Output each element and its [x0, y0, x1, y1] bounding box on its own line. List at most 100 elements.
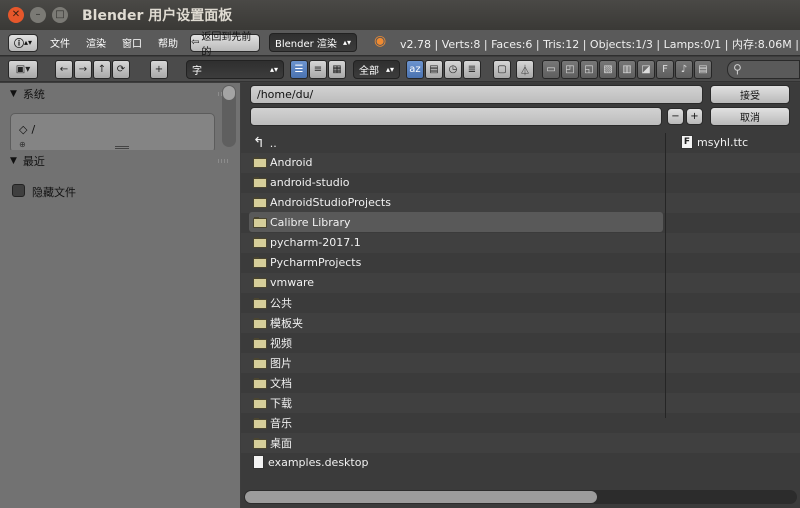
- list-item[interactable]: android-studio: [253, 172, 350, 192]
- parent-arrow-icon: ↰: [253, 135, 265, 151]
- menu-render[interactable]: 渲染: [86, 35, 106, 50]
- minus-icon: −: [671, 111, 680, 122]
- sort-size-icon[interactable]: ≣: [463, 60, 481, 79]
- sort-alpha-icon[interactable]: az: [406, 60, 424, 79]
- list-item[interactable]: 公共: [253, 293, 292, 313]
- directory-path-input[interactable]: /home/du/: [250, 85, 703, 104]
- sidebar-scrollbar[interactable]: [222, 85, 236, 147]
- list-resize-handle[interactable]: [115, 146, 129, 149]
- filter-backup-icon[interactable]: ◱: [580, 60, 598, 79]
- filter-blend-icon[interactable]: ◰: [561, 60, 579, 79]
- info-icon: ⓘ: [13, 39, 24, 50]
- new-folder-icon[interactable]: +: [150, 60, 168, 79]
- list-item[interactable]: vmware: [253, 272, 314, 292]
- table-row: [241, 293, 800, 313]
- list-item[interactable]: 模板夹: [253, 313, 303, 333]
- table-row: [241, 313, 800, 333]
- list-item[interactable]: ◇ /: [19, 123, 35, 136]
- back-arrow-icon: ⇦: [191, 37, 200, 48]
- sort-extension-icon[interactable]: ▤: [425, 60, 443, 79]
- render-engine-dropdown[interactable]: Blender 渲染 ▴▾: [269, 33, 357, 52]
- file-browser-toolbar: ▣▾ ← → ↑ ⟳ + 字 ▴▾ ☰ ≡ ▦ 全部 ▴▾ az ▤ ◷ ≣ ▢ ⏃…: [0, 57, 800, 82]
- recursion-dropdown[interactable]: 字 ▴▾: [186, 60, 284, 79]
- list-item[interactable]: AndroidStudioProjects: [253, 192, 391, 212]
- forward-arrow-icon[interactable]: →: [74, 60, 92, 79]
- search-field[interactable]: ⚲: [727, 60, 800, 79]
- list-item[interactable]: examples.desktop: [253, 452, 368, 472]
- horizontal-scrollbar[interactable]: [244, 490, 797, 504]
- blender-logo-icon: ◉: [374, 33, 387, 49]
- list-item[interactable]: 视频: [253, 333, 292, 353]
- list-item[interactable]: 音乐: [253, 413, 292, 433]
- short-list-icon[interactable]: ☰: [290, 60, 308, 79]
- back-arrow-icon[interactable]: ←: [55, 60, 73, 79]
- filter-sound-icon[interactable]: ♪: [675, 60, 693, 79]
- folder-icon: [253, 377, 267, 389]
- title-bar: ✕ – □ Blender 用户设置面板: [0, 0, 800, 30]
- folder-icon: [253, 417, 267, 429]
- menu-window[interactable]: 窗口: [122, 35, 142, 50]
- parent-directory-icon[interactable]: ↑: [93, 60, 111, 79]
- menu-file[interactable]: 文件: [50, 35, 70, 50]
- refresh-icon[interactable]: ⟳: [112, 60, 130, 79]
- list-item[interactable]: F msyhl.ttc: [681, 132, 748, 152]
- plus-icon: +: [690, 111, 699, 122]
- file-icon: [253, 455, 264, 469]
- list-item[interactable]: Android: [253, 152, 313, 172]
- list-item[interactable]: 图片: [253, 353, 292, 373]
- list-item[interactable]: PycharmProjects: [253, 252, 361, 272]
- info-header: ⓘ ▴▾ 文件 渲染 窗口 帮助 ⇦ 返回到先前的 Blender 渲染 ▴▾ ◉ …: [0, 30, 800, 58]
- close-icon[interactable]: ✕: [8, 7, 24, 23]
- scene-statistics: v2.78 | Verts:8 | Faces:6 | Tris:12 | Ob…: [400, 38, 800, 51]
- thumbnails-icon[interactable]: ▦: [328, 60, 346, 79]
- panel-system-header[interactable]: ▼ 系统: [0, 83, 240, 105]
- folder-icon: [253, 317, 267, 329]
- long-list-icon[interactable]: ≡: [309, 60, 327, 79]
- filter-image-icon[interactable]: ▧: [599, 60, 617, 79]
- expand-plus-icon[interactable]: ⊕: [19, 140, 26, 149]
- table-row: [241, 393, 800, 413]
- folder-icon: [253, 397, 267, 409]
- accept-button[interactable]: 接受: [710, 85, 790, 104]
- folder-icon: [253, 337, 267, 349]
- decrement-number-button[interactable]: −: [667, 108, 684, 125]
- filter-folder-icon[interactable]: ▭: [542, 60, 560, 79]
- table-row: [241, 413, 800, 433]
- disclosure-triangle-icon: ▼: [10, 89, 17, 99]
- list-item[interactable]: 下载: [253, 393, 292, 413]
- filter-icon[interactable]: ⏃: [516, 60, 534, 79]
- filter-text-icon[interactable]: ▤: [694, 60, 712, 79]
- filter-font-icon[interactable]: F: [656, 60, 674, 79]
- folder-icon: [253, 256, 267, 268]
- window-title: Blender 用户设置面板: [82, 8, 233, 24]
- cancel-button[interactable]: 取消: [710, 107, 790, 126]
- back-to-previous-button[interactable]: ⇦ 返回到先前的: [190, 32, 260, 58]
- minimize-icon[interactable]: –: [30, 7, 46, 23]
- list-item[interactable]: 桌面: [253, 433, 292, 453]
- panel-recent-header[interactable]: ▼ 最近: [0, 150, 240, 172]
- increment-number-button[interactable]: +: [686, 108, 703, 125]
- hide-files-checkbox[interactable]: [12, 184, 25, 197]
- list-item-selected[interactable]: Calibre Library: [249, 212, 663, 232]
- drag-grip-icon[interactable]: [218, 159, 230, 163]
- sort-time-icon[interactable]: ◷: [444, 60, 462, 79]
- parent-directory-item[interactable]: ↰ ..: [253, 133, 277, 153]
- disclosure-triangle-icon: ▼: [10, 156, 17, 166]
- list-item[interactable]: pycharm-2017.1: [253, 232, 361, 252]
- hide-dot-files-icon[interactable]: ▢: [493, 60, 511, 79]
- list-item[interactable]: 文档: [253, 373, 292, 393]
- sidebar: ▼ 系统 ◇ / ⊕ ▼ 最近 隐藏文件: [0, 83, 240, 508]
- filter-script-icon[interactable]: ◪: [637, 60, 655, 79]
- display-size-dropdown[interactable]: 全部 ▴▾: [353, 60, 400, 79]
- folder-icon: [253, 276, 267, 288]
- folder-icon: [253, 437, 267, 449]
- table-row: [241, 353, 800, 373]
- filter-movie-icon[interactable]: ▥: [618, 60, 636, 79]
- maximize-icon[interactable]: □: [52, 7, 68, 23]
- editor-type-icon[interactable]: ▣▾: [8, 60, 38, 79]
- menu-help[interactable]: 帮助: [158, 35, 178, 50]
- file-browser-main: /home/du/ 接受 − + 取消 ↰ .. Android android…: [241, 83, 800, 508]
- editor-type-button[interactable]: ⓘ ▴▾: [8, 33, 38, 52]
- filename-input[interactable]: [250, 107, 662, 126]
- table-row: [241, 153, 800, 173]
